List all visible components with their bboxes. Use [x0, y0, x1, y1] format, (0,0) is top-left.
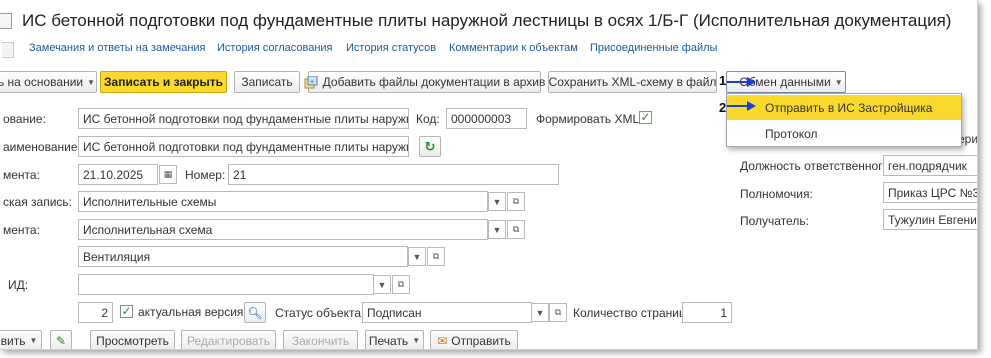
add-files-label: Добавить файлы документации в архив — [322, 75, 546, 89]
envelope-icon: ✉ — [437, 333, 448, 348]
chevron-down-icon: ▼ — [834, 77, 843, 87]
id-field[interactable] — [78, 274, 374, 295]
link-attached-files[interactable]: Присоединенные файлы — [590, 42, 717, 54]
form-xml-checkbox[interactable]: ✓ — [639, 111, 652, 124]
fullname-label: аименование: — [3, 140, 81, 154]
create-based-on-button[interactable]: ь на основании ▼ — [0, 71, 97, 93]
links-bar-cap — [2, 42, 14, 58]
open-icon[interactable]: ⧉ — [507, 220, 525, 239]
link-approval-history[interactable]: История согласования — [217, 42, 333, 54]
create-based-on-label: ь на основании — [0, 75, 84, 89]
section-field[interactable]: Вентиляция — [78, 246, 408, 267]
print-label: Печать — [368, 333, 409, 348]
id-label: ИД: — [8, 278, 29, 292]
add-files-button[interactable]: + Добавить файлы документации в архив — [304, 71, 545, 93]
number-label: Номер: — [185, 168, 226, 182]
svg-text:+: + — [310, 79, 314, 86]
status-field[interactable]: Подписан — [362, 302, 532, 323]
search-button[interactable]: 🔍︎ — [244, 302, 266, 323]
record-field[interactable]: Исполнительные схемы — [78, 191, 488, 212]
open-icon[interactable]: ⧉ — [507, 192, 525, 211]
more-button[interactable]: вить ▼ — [0, 330, 42, 349]
edit-button[interactable]: Редактировать — [181, 330, 276, 349]
status-label: Статус объекта: — [275, 306, 365, 320]
pointer-arrow-icon — [727, 77, 756, 87]
link-object-comments[interactable]: Комментарии к объектам — [449, 42, 578, 54]
open-icon[interactable]: ⧉ — [392, 275, 410, 294]
position-field[interactable]: ген.подрядчик — [883, 155, 977, 176]
page-title: ИС бетонной подготовки под фундаментные … — [22, 11, 952, 30]
fullname-field[interactable]: ИС бетонной подготовки под фундаментные … — [78, 136, 409, 157]
send-button[interactable]: ✉ Отправить — [430, 330, 518, 349]
chevron-down-icon[interactable]: ▼ — [531, 303, 549, 322]
links-bar: Замечания и ответы на замечания История … — [0, 40, 977, 60]
number-field[interactable]: 21 — [228, 164, 559, 185]
refresh-icon: ↻ — [424, 138, 436, 154]
pencil-icon: ✎ — [55, 333, 67, 348]
recipient-field[interactable]: Тужулин Евгений — [883, 209, 977, 230]
actual-version-checkbox[interactable]: ✓ — [120, 305, 133, 318]
pages-label: Количество страниц: — [573, 306, 690, 320]
edit-pencil-button[interactable]: ✎ — [50, 330, 72, 349]
doctype-field[interactable]: Исполнительная схема — [78, 219, 488, 240]
finish-button[interactable]: Закончить — [283, 330, 358, 349]
record-label: ская запись: — [3, 195, 72, 209]
name-field[interactable]: ИС бетонной подготовки под фундаментные … — [78, 108, 409, 129]
write-and-close-button[interactable]: Записать и закрыть — [100, 71, 227, 93]
refresh-button[interactable]: ↻ — [419, 136, 441, 157]
archive-icon: + — [304, 75, 318, 89]
code-label: Код: — [416, 112, 440, 126]
calendar-icon[interactable]: ▦ — [159, 165, 177, 184]
chevron-down-icon: ▼ — [29, 336, 38, 345]
chevron-down-icon[interactable]: ▼ — [488, 220, 506, 239]
pointer-arrow-icon — [727, 101, 756, 111]
pages-field[interactable]: 1 — [682, 302, 732, 323]
window-icon — [0, 13, 12, 29]
name-label: ование: — [3, 112, 46, 126]
link-remarks[interactable]: Замечания и ответы на замечания — [29, 42, 206, 54]
menu-item-send-to-developer[interactable]: Отправить в ИС Застройщика — [727, 95, 961, 120]
position-label: Должность ответственного: — [740, 159, 893, 173]
print-button[interactable]: Печать ▼ — [365, 330, 424, 349]
open-icon[interactable]: ⧉ — [549, 303, 567, 322]
view-button[interactable]: Просмотреть — [90, 330, 175, 349]
step-number-1: 1 — [719, 73, 727, 88]
date-field[interactable]: 21.10.2025 — [78, 164, 158, 185]
code-field[interactable]: 000000003 — [446, 108, 527, 129]
more-label: вить — [0, 333, 26, 348]
chevron-down-icon[interactable]: ▼ — [488, 192, 506, 211]
write-button[interactable]: Записать — [234, 71, 300, 93]
version-field[interactable]: 2 — [78, 302, 113, 323]
chevron-down-icon: ▼ — [87, 77, 96, 87]
chevron-down-icon[interactable]: ▼ — [408, 247, 426, 266]
document-window: ИС бетонной подготовки под фундаментные … — [0, 0, 978, 350]
chevron-down-icon: ▼ — [412, 336, 421, 345]
open-icon[interactable]: ⧉ — [427, 247, 445, 266]
authority-label: Полномочия: — [740, 187, 813, 201]
date-label: мента: — [3, 168, 40, 182]
data-exchange-menu: Отправить в ИС Застройщика Протокол — [726, 93, 962, 147]
chevron-down-icon[interactable]: ▼ — [373, 275, 391, 294]
search-icon: 🔍︎ — [247, 305, 263, 320]
link-status-history[interactable]: История статусов — [346, 42, 436, 54]
form-xml-label: Формировать XML: — [536, 112, 643, 126]
menu-item-protocol[interactable]: Протокол — [727, 121, 961, 146]
send-label: Отправить — [451, 333, 511, 348]
save-xml-button[interactable]: Сохранить XML-схему в файл — [548, 71, 717, 93]
doctype-label: мента: — [3, 223, 40, 237]
actual-version-label: актуальная версия — [138, 305, 244, 319]
authority-field[interactable]: Приказ ЦРС №3-П — [883, 182, 977, 203]
recipient-label: Получатель: — [740, 214, 809, 228]
